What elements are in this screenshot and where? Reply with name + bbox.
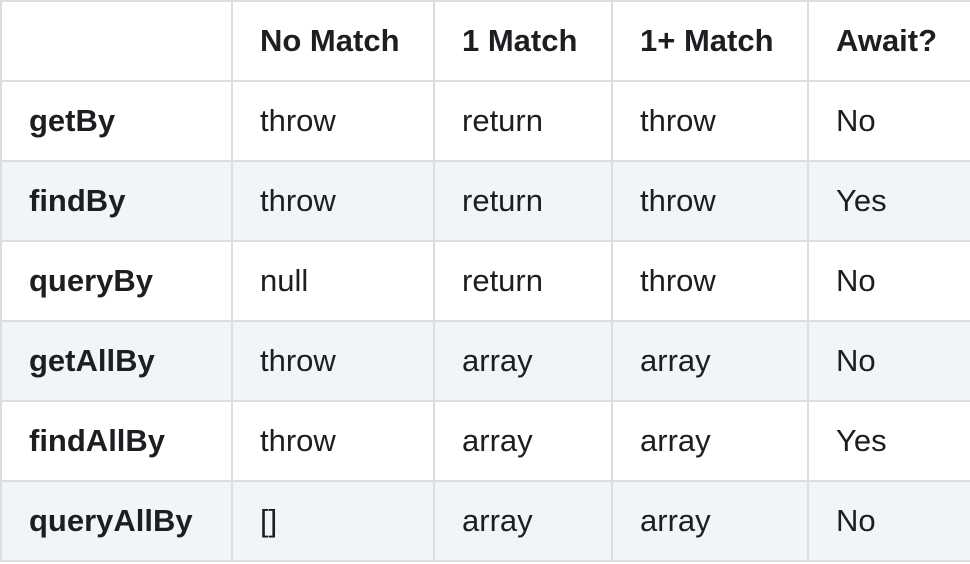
table-row: getBy throw return throw No [0, 80, 970, 162]
cell-1-plus-match: array [611, 480, 809, 562]
cell-await: Yes [807, 400, 970, 482]
table-row: findAllBy throw array array Yes [0, 400, 970, 482]
header-cell-1-match: 1 Match [433, 0, 613, 82]
table-header: No Match 1 Match 1+ Match Await? [0, 0, 970, 82]
cell-await: No [807, 320, 970, 402]
row-label: findAllBy [0, 400, 233, 482]
header-cell-empty [0, 0, 233, 82]
table-row: queryBy null return throw No [0, 240, 970, 322]
cell-no-match: null [231, 240, 435, 322]
cell-no-match: throw [231, 80, 435, 162]
table-row: getAllBy throw array array No [0, 320, 970, 402]
cell-await: No [807, 480, 970, 562]
cell-no-match: [] [231, 480, 435, 562]
cell-no-match: throw [231, 320, 435, 402]
row-label: queryBy [0, 240, 233, 322]
cell-1-match: return [433, 240, 613, 322]
cell-1-plus-match: array [611, 400, 809, 482]
table-row: findBy throw return throw Yes [0, 160, 970, 242]
row-label: findBy [0, 160, 233, 242]
header-row: No Match 1 Match 1+ Match Await? [0, 0, 970, 82]
cell-no-match: throw [231, 160, 435, 242]
cell-1-match: return [433, 160, 613, 242]
cell-1-plus-match: throw [611, 240, 809, 322]
header-cell-await: Await? [807, 0, 970, 82]
cell-1-plus-match: throw [611, 160, 809, 242]
row-label: queryAllBy [0, 480, 233, 562]
query-types-table: No Match 1 Match 1+ Match Await? getBy t… [0, 0, 970, 562]
header-cell-no-match: No Match [231, 0, 435, 82]
cell-1-plus-match: throw [611, 80, 809, 162]
row-label: getBy [0, 80, 233, 162]
cell-1-match: array [433, 320, 613, 402]
cell-1-match: array [433, 480, 613, 562]
cell-1-match: return [433, 80, 613, 162]
cell-await: No [807, 80, 970, 162]
cell-await: Yes [807, 160, 970, 242]
cell-1-plus-match: array [611, 320, 809, 402]
cell-await: No [807, 240, 970, 322]
header-cell-1-plus-match: 1+ Match [611, 0, 809, 82]
row-label: getAllBy [0, 320, 233, 402]
table-body: getBy throw return throw No findBy throw… [0, 80, 970, 562]
table-row: queryAllBy [] array array No [0, 480, 970, 562]
cell-no-match: throw [231, 400, 435, 482]
cell-1-match: array [433, 400, 613, 482]
